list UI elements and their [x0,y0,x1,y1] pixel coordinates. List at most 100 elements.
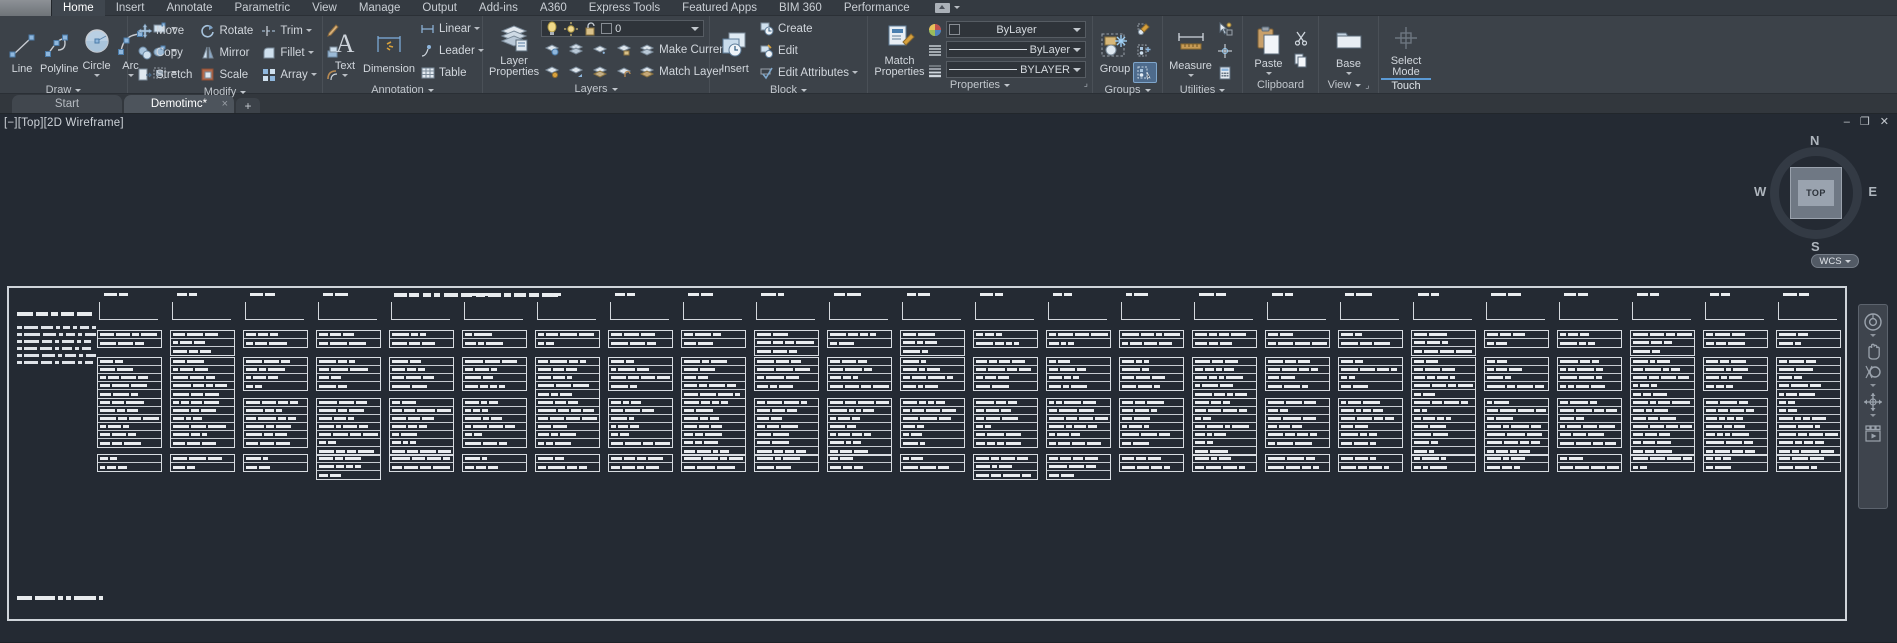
table-row[interactable] [828,382,891,390]
table-row[interactable] [536,439,599,447]
linetype-icon[interactable] [927,42,943,58]
table-row[interactable] [828,431,891,439]
table-row[interactable] [755,331,818,339]
table-row[interactable] [1339,463,1402,471]
table-row[interactable] [901,382,964,390]
table-row[interactable] [1777,339,1840,347]
table-row[interactable] [1485,439,1548,447]
table-row[interactable] [974,431,1037,439]
paste-button[interactable]: Paste [1249,22,1288,75]
table-row[interactable] [1412,399,1475,407]
table-row[interactable] [682,339,745,347]
create-block-button[interactable]: Create [756,18,861,39]
table-row[interactable] [901,347,964,355]
table-row[interactable] [390,331,453,339]
table-row[interactable] [828,358,891,366]
insert-block-button[interactable]: Insert [716,27,754,75]
schedule-table[interactable] [535,357,600,399]
table-row[interactable] [1120,455,1183,463]
schedule-table[interactable] [681,398,746,456]
table-row[interactable] [1631,374,1694,382]
table-row[interactable] [1558,331,1621,339]
schedule-table[interactable] [681,330,746,348]
table-row[interactable] [1266,374,1329,382]
table-row[interactable] [1631,382,1694,390]
table-row[interactable] [1485,463,1548,471]
schedule-table[interactable] [827,454,892,472]
table-row[interactable] [1485,366,1548,374]
schedule-table[interactable] [973,454,1038,480]
schedule-table[interactable] [754,330,819,356]
table-row[interactable] [1485,423,1548,431]
schedule-table[interactable] [535,330,600,348]
table-row[interactable] [1631,339,1694,347]
table-row[interactable] [463,463,526,471]
table-row[interactable] [1193,415,1256,423]
table-row[interactable] [755,347,818,355]
table-row[interactable] [1631,347,1694,355]
table-row[interactable] [1047,339,1110,347]
table-row[interactable] [1339,455,1402,463]
table-row[interactable] [536,331,599,339]
table-row[interactable] [1631,415,1694,423]
table-row[interactable] [828,423,891,431]
schedule-table[interactable] [1119,357,1184,391]
table-row[interactable] [1558,366,1621,374]
table-row[interactable] [317,407,380,415]
table-row[interactable] [1193,374,1256,382]
table-row[interactable] [1339,415,1402,423]
layer-off-button[interactable] [589,39,611,60]
table-row[interactable] [1558,374,1621,382]
schedule-table[interactable] [1557,357,1622,391]
table-row[interactable] [98,439,161,447]
menu-tab-bim-360[interactable]: BIM 360 [768,0,833,16]
schedule-table[interactable] [1338,454,1403,472]
layer-isolate-button[interactable] [541,39,563,60]
table-row[interactable] [828,366,891,374]
table-row[interactable] [1266,407,1329,415]
polyline-button[interactable]: Polyline [40,27,79,75]
compass-west-label[interactable]: W [1754,184,1766,199]
layer-lock-button[interactable] [613,39,635,60]
table-row[interactable] [244,407,307,415]
table-row[interactable] [98,455,161,463]
table-row[interactable] [244,415,307,423]
schedule-table[interactable] [389,330,454,348]
table-row[interactable] [1193,366,1256,374]
menu-tab-featured-apps[interactable]: Featured Apps [671,0,768,16]
table-row[interactable] [901,374,964,382]
table-row[interactable] [171,331,234,339]
table-row[interactable] [1120,463,1183,471]
table-row[interactable] [609,339,672,347]
table-row[interactable] [828,455,891,463]
schedule-table[interactable] [1119,454,1184,472]
table-row[interactable] [1412,339,1475,347]
table-row[interactable] [244,382,307,390]
schedule-table[interactable] [681,357,746,399]
table-row[interactable] [1777,358,1840,366]
table-row[interactable] [1047,374,1110,382]
table-row[interactable] [317,358,380,366]
table-row[interactable] [536,390,599,398]
table-row[interactable] [1047,431,1110,439]
minimize-icon[interactable]: – [1844,117,1850,128]
table-row[interactable] [317,455,380,463]
unlock-icon[interactable] [582,21,598,37]
table-row[interactable] [1120,423,1183,431]
table-row[interactable] [536,463,599,471]
table-row[interactable] [974,399,1037,407]
file-tab-demotimc-[interactable]: Demotimc* × [124,95,234,113]
schedule-table[interactable] [1411,398,1476,456]
zoom-button[interactable] [1860,363,1886,389]
table-row[interactable] [171,382,234,390]
table-row[interactable] [1047,471,1110,479]
linear-dimension-button[interactable]: Linear [417,18,487,39]
table-row[interactable] [463,455,526,463]
schedule-table[interactable] [1338,398,1403,448]
schedule-table[interactable] [973,330,1038,348]
table-row[interactable] [1485,331,1548,339]
table-row[interactable] [244,423,307,431]
table-row[interactable] [317,374,380,382]
table-row[interactable] [463,374,526,382]
schedule-table[interactable] [1192,357,1257,399]
